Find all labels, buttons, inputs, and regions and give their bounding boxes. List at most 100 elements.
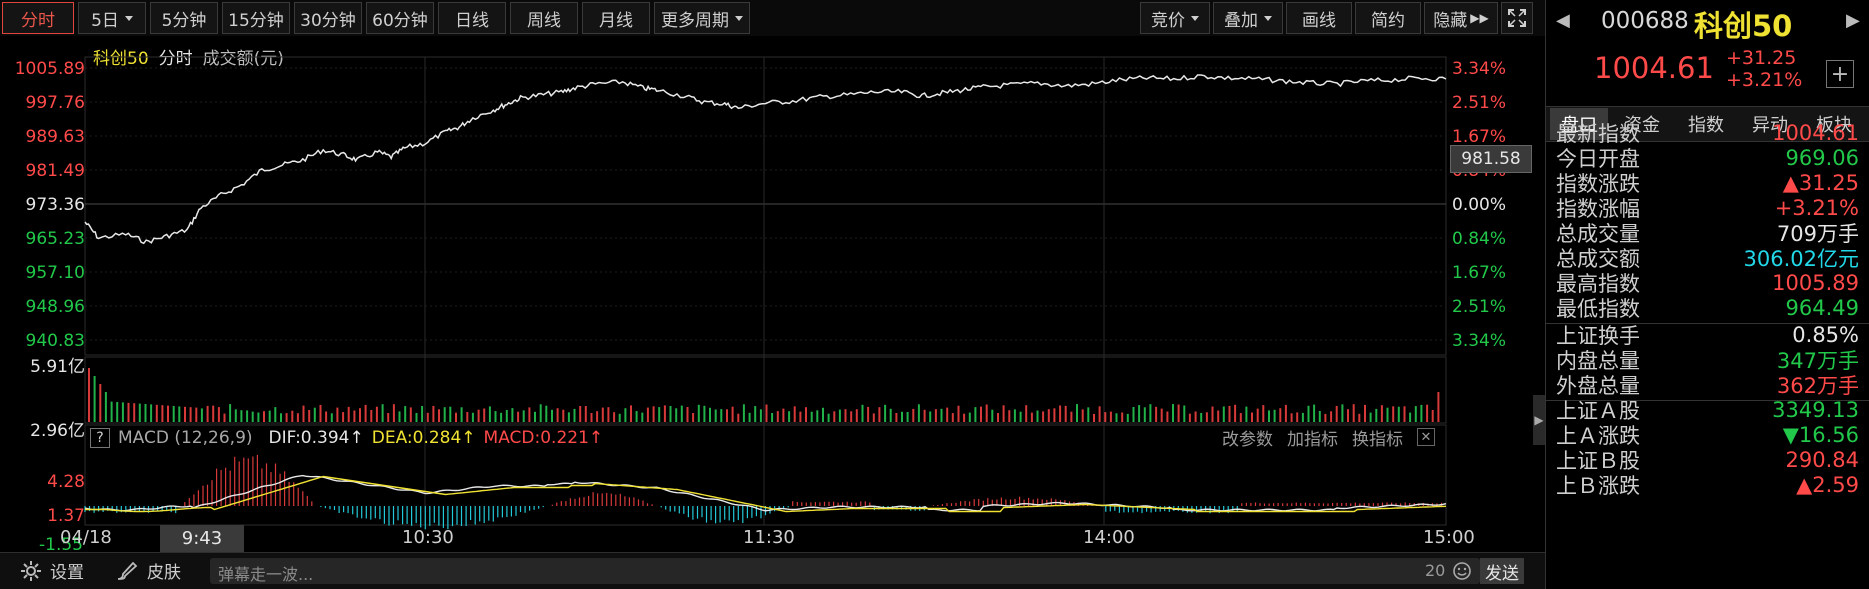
emoji-icon[interactable] <box>1452 561 1472 581</box>
skin-button[interactable]: 皮肤 <box>115 558 181 583</box>
volume-bar <box>1143 407 1146 422</box>
volume-bar <box>1239 413 1242 422</box>
volume-bar <box>1104 412 1107 422</box>
volume-bar <box>1019 411 1022 422</box>
switch-indicator-button[interactable]: 换指标 <box>1352 425 1403 450</box>
volume-bar <box>1064 405 1067 422</box>
volume-bar <box>1431 410 1434 422</box>
volume-bar <box>641 412 644 422</box>
volume-bar <box>793 406 796 422</box>
volume-bar <box>268 410 271 422</box>
volume-bar <box>184 406 186 422</box>
volume-bar <box>596 411 599 422</box>
volume-bar <box>1093 413 1095 422</box>
volume-bar <box>1307 405 1310 422</box>
volume-bar <box>432 405 435 422</box>
prev-stock-button[interactable]: ◀ <box>1556 10 1570 31</box>
volume-bar <box>1284 404 1287 422</box>
quote-row-value: 969.06 <box>1785 146 1859 170</box>
volume-bar <box>161 405 164 422</box>
volume-bar <box>1183 405 1186 422</box>
time-label: 14:00 <box>1083 527 1135 548</box>
volume-bar <box>127 402 130 422</box>
volume-bar <box>415 413 418 422</box>
volume-bar <box>980 406 982 422</box>
next-stock-button[interactable]: ▶ <box>1846 10 1860 31</box>
volume-bar <box>167 405 169 422</box>
volume-bar <box>511 408 514 422</box>
volume-bar <box>759 409 762 422</box>
volume-bar <box>556 408 559 422</box>
add-watchlist-button[interactable]: + <box>1826 60 1854 88</box>
volume-bar <box>1358 413 1361 422</box>
volume-bar <box>206 405 209 422</box>
volume-bar <box>1160 408 1163 422</box>
time-label: 11:30 <box>743 527 795 548</box>
danmaku-input[interactable]: 弹幕走一波... 20 <box>210 558 1480 584</box>
volume-bar <box>901 411 903 422</box>
volume-bar <box>590 413 593 422</box>
volume-bar <box>1313 404 1316 422</box>
quote-row: 上Ｂ涨跌 ▲2.59 <box>1556 470 1859 500</box>
help-icon[interactable]: ? <box>90 428 110 448</box>
volume-bar <box>692 413 695 422</box>
volume-bar <box>370 410 373 422</box>
volume-bar <box>1228 405 1231 422</box>
volume-bar <box>1025 405 1028 422</box>
close-icon[interactable]: ✕ <box>1417 428 1435 446</box>
panel-collapse-handle[interactable]: ▶ <box>1533 395 1545 445</box>
volume-bar <box>1403 406 1406 422</box>
stock-name: 科创50 <box>1694 9 1793 43</box>
volume-bar <box>1013 409 1016 422</box>
volume-bar <box>624 408 627 422</box>
volume-bar <box>313 407 316 422</box>
macd-text: MACD:0.221 <box>483 428 589 448</box>
chevron-right-icon: ▶ <box>1846 10 1860 31</box>
edit-params-button[interactable]: 改参数 <box>1222 425 1273 450</box>
volume-bar <box>1222 406 1225 422</box>
volume-bar <box>765 404 768 422</box>
add-indicator-button[interactable]: 加指标 <box>1287 425 1338 450</box>
volume-bar <box>957 405 960 422</box>
volume-bar <box>1047 409 1050 422</box>
skin-label: 皮肤 <box>147 563 181 583</box>
volume-bar <box>1392 406 1395 422</box>
volume-bar <box>618 413 621 422</box>
settings-button[interactable]: 设置 <box>20 558 84 583</box>
volume-bar <box>1335 405 1338 422</box>
volume-bar <box>567 412 570 422</box>
volume-bar <box>280 413 282 422</box>
volume-bar <box>263 411 265 422</box>
macd-controls: 改参数 加指标 换指标 ✕ <box>1222 425 1435 450</box>
volume-bar <box>1087 407 1090 422</box>
volume-bar <box>1245 406 1248 422</box>
quote-panel: ◀ 000688 科创50 ▶ 1004.61 +31.25 +3.21% + … <box>1545 0 1869 589</box>
volume-bar <box>1132 407 1135 422</box>
send-button[interactable]: 发送 <box>1480 558 1524 584</box>
volume-bar <box>1059 405 1062 422</box>
volume-bar <box>573 408 576 422</box>
volume-bar <box>1262 405 1265 422</box>
dif-value: DIF:0.394↑ <box>269 428 364 448</box>
price-grid <box>85 57 1446 525</box>
volume-bar <box>404 406 407 422</box>
volume-bar <box>296 413 299 422</box>
volume-bar <box>601 407 604 422</box>
volume-bar <box>1301 412 1304 422</box>
volume-bar <box>782 408 785 422</box>
volume-bar <box>675 408 678 422</box>
volume-bar <box>426 412 429 422</box>
volume-bar <box>867 406 870 422</box>
volume-bar <box>488 406 491 422</box>
volume-bar <box>929 411 932 422</box>
volume-bar <box>1386 407 1389 422</box>
volume-bar <box>121 402 124 422</box>
volume-bar <box>1138 405 1141 422</box>
volume-bar <box>138 403 141 422</box>
intraday-chart[interactable] <box>0 0 1545 552</box>
volume-bar <box>212 405 215 422</box>
settings-label: 设置 <box>50 563 84 583</box>
volume-bar <box>1115 413 1118 422</box>
volume-bar <box>551 409 553 422</box>
volume-bar <box>483 408 486 422</box>
